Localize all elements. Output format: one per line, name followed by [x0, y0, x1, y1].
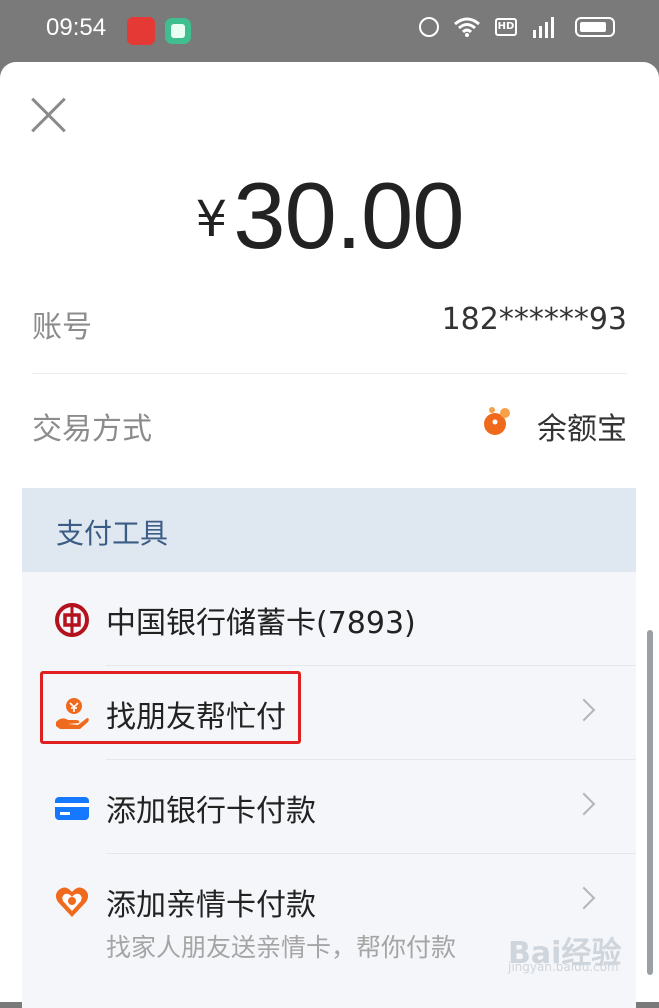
payment-amount: ¥30.00 — [0, 162, 659, 270]
tool-item-friend-pay[interactable]: 找朋友帮忙付 — [22, 666, 636, 760]
wifi-icon — [454, 17, 480, 37]
boc-icon — [55, 603, 89, 637]
payment-sheet: ¥30.00 账号 182******93 交易方式 余额宝 支付工具 中国银行… — [0, 62, 659, 1008]
account-value: 182******93 — [441, 302, 627, 337]
payment-method-label: 交易方式 — [32, 412, 152, 447]
baidu-watermark-url: jingyan.baidu.com — [508, 960, 619, 974]
tool-item-label: 添加亲情卡付款 — [106, 888, 316, 923]
tool-item-label: 中国银行储蓄卡(7893) — [106, 606, 416, 641]
signal-4g-icon — [533, 17, 554, 38]
status-icons: HD — [419, 16, 615, 38]
app-badge-icon — [165, 18, 191, 44]
chevron-right-icon — [572, 886, 596, 910]
chevron-right-icon — [572, 792, 596, 816]
amount-value: 30.00 — [233, 163, 464, 268]
battery-icon — [575, 17, 615, 37]
payment-method-value: 余额宝 — [537, 412, 627, 447]
tool-item-label: 找朋友帮忙付 — [106, 700, 286, 735]
status-time: 09:54 — [46, 14, 107, 41]
payment-method-row[interactable]: 交易方式 余额宝 — [32, 392, 627, 452]
payment-tools-title: 支付工具 — [56, 517, 169, 550]
hd-icon: HD — [495, 18, 517, 36]
payment-tools-header: 支付工具 — [22, 488, 636, 572]
account-label: 账号 — [32, 310, 92, 345]
account-row: 账号 182******93 — [32, 290, 627, 350]
family-card-icon — [55, 887, 89, 917]
currency-symbol: ¥ — [195, 190, 228, 248]
close-button[interactable] — [30, 96, 68, 134]
divider — [32, 373, 627, 374]
tool-item-subtitle: 找家人朋友送亲情卡，帮你付款 — [106, 933, 457, 962]
app-badge-icon — [127, 17, 155, 45]
status-bar: 09:54 HD — [0, 0, 659, 62]
scrollbar[interactable] — [647, 630, 653, 975]
yuebao-icon — [484, 407, 510, 435]
alarm-icon — [419, 17, 439, 37]
tool-item-boc-card[interactable]: 中国银行储蓄卡(7893) — [22, 572, 636, 666]
tool-item-add-bank-card[interactable]: 添加银行卡付款 — [22, 760, 636, 854]
bank-card-icon — [55, 797, 89, 820]
friend-pay-icon — [56, 698, 89, 729]
tool-item-label: 添加银行卡付款 — [106, 794, 316, 829]
chevron-right-icon — [572, 698, 596, 722]
